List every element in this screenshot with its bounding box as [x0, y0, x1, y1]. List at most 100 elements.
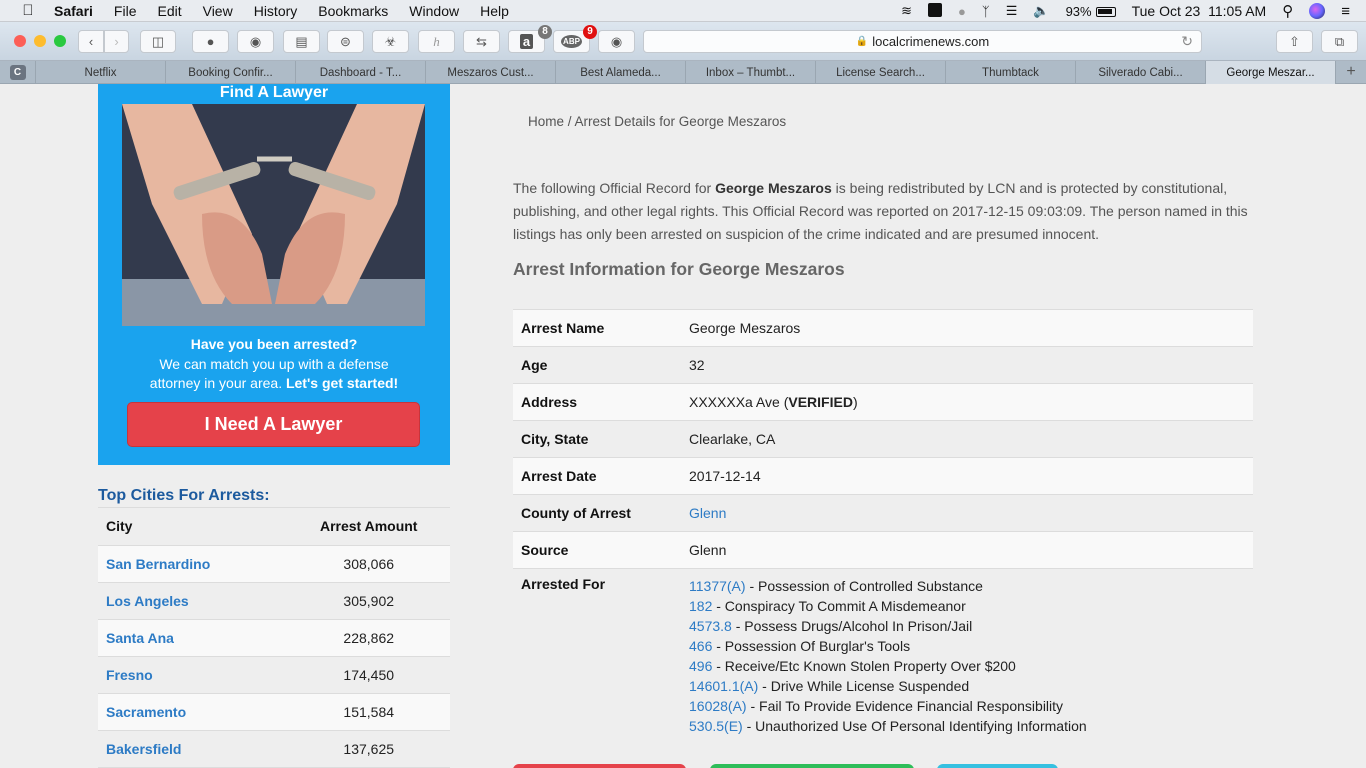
charge-description: - Possess Drugs/Alcohol In Prison/Jail — [731, 618, 973, 634]
extension-mask-button[interactable]: ◉ — [237, 30, 274, 53]
tab-license-search[interactable]: License Search... — [816, 61, 946, 84]
charge-item: 466 - Possession Of Burglar's Tools — [689, 636, 1253, 656]
breadcrumb-home[interactable]: Home — [528, 114, 564, 129]
extension-lightbulb-button[interactable]: ● — [192, 30, 229, 53]
charge-code-link[interactable]: 496 — [689, 658, 712, 674]
menu-view[interactable]: View — [203, 3, 233, 19]
tab-thumbtack[interactable]: Thumbtack — [946, 61, 1076, 84]
wifi-icon[interactable]: ☰ — [1006, 3, 1018, 19]
tab-dashboard[interactable]: Dashboard - T... — [296, 61, 426, 84]
tab-best-alameda[interactable]: Best Alameda... — [556, 61, 686, 84]
city-link[interactable]: Sacramento — [106, 704, 186, 720]
detail-value-arrest-name: George Meszaros — [689, 309, 1253, 347]
detail-label: Address — [513, 383, 689, 421]
extension-duckduckgo-button[interactable]: ◉ — [598, 30, 635, 53]
charge-description: - Conspiracy To Commit A Misdemeanor — [712, 598, 966, 614]
extension-arrows-button[interactable]: ⇆ — [463, 30, 500, 53]
city-link[interactable]: Bakersfield — [106, 741, 181, 757]
action-button-blue[interactable] — [937, 764, 1058, 768]
detail-row-county: County of Arrest Glenn — [513, 494, 1253, 532]
county-link[interactable]: Glenn — [689, 505, 726, 521]
ad-line1: We can match you up with a defense — [159, 355, 389, 372]
disclaimer-prefix: The following Official Record for — [513, 180, 716, 196]
city-link[interactable]: San Bernardino — [106, 556, 210, 572]
browser-toolbar: ‹ › ◫ ● ◉ ▤ ⊜ ☣ h ⇆ a8 ABP 9 ◉ 🔒 localcri… — [0, 22, 1366, 61]
top-cities-table: City Arrest Amount San Bernardino 308,066… — [98, 508, 450, 768]
spotlight-search-icon[interactable]: ⚲ — [1282, 2, 1293, 20]
new-tab-button[interactable]: + — [1336, 61, 1366, 83]
bluetooth-icon[interactable]: ᛉ — [982, 4, 990, 19]
lightbulb-icon: ● — [206, 34, 215, 49]
menu-history[interactable]: History — [254, 3, 298, 19]
extension-card-button[interactable]: ▤ — [283, 30, 320, 53]
charge-code-link[interactable]: 11377(A) — [689, 578, 746, 594]
tab-netflix[interactable]: Netflix — [36, 61, 166, 84]
apple-menu-icon[interactable]:  — [20, 2, 36, 19]
tab-silverado[interactable]: Silverado Cabi... — [1076, 61, 1206, 84]
clock[interactable]: Tue Oct 23 11:05 AM — [1132, 3, 1267, 19]
need-lawyer-button[interactable]: I Need A Lawyer — [127, 402, 420, 447]
charge-code-link[interactable]: 530.5(E) — [689, 718, 743, 734]
pinned-tab[interactable]: C — [0, 61, 36, 84]
card-icon: ▤ — [295, 33, 308, 49]
back-button[interactable]: ‹ — [78, 30, 104, 53]
cup-icon[interactable]: ● — [958, 4, 966, 19]
battery-icon[interactable] — [1095, 4, 1116, 19]
detail-row-arrested-for: Arrested For 11377(A) - Possession of Co… — [513, 568, 1253, 736]
battery-percent[interactable]: 93% — [1066, 4, 1092, 19]
minimize-window-button[interactable] — [34, 35, 46, 47]
tab-inbox-thumbtack[interactable]: Inbox – Thumbt... — [686, 61, 816, 84]
forward-button[interactable]: › — [104, 30, 129, 53]
menu-edit[interactable]: Edit — [157, 3, 181, 19]
detail-value-city-state: Clearlake, CA — [689, 420, 1253, 458]
charge-item: 14601.1(A) - Drive While License Suspend… — [689, 676, 1253, 696]
share-button[interactable]: ⇧ — [1276, 30, 1313, 53]
city-link[interactable]: Los Angeles — [106, 593, 189, 609]
detail-row-arrest-date: Arrest Date 2017-12-14 — [513, 457, 1253, 495]
airplay-icon[interactable]: ≋ — [901, 3, 912, 19]
sidebar-toggle-button[interactable]: ◫ — [140, 30, 176, 53]
menu-app-safari[interactable]: Safari — [54, 3, 93, 19]
show-all-tabs-button[interactable]: ⧉ — [1321, 30, 1358, 53]
charge-code-link[interactable]: 4573.8 — [689, 618, 732, 634]
action-button-green[interactable] — [710, 764, 914, 768]
handcuffed-hands-image — [122, 104, 425, 326]
charge-code-link[interactable]: 14601.1(A) — [689, 678, 758, 694]
menu-help[interactable]: Help — [480, 3, 509, 19]
extension-adblock-button[interactable]: ABP 9 — [553, 25, 597, 53]
verified-badge: VERIFIED — [788, 394, 853, 410]
charge-code-link[interactable]: 16028(A) — [689, 698, 747, 714]
notification-center-icon[interactable]: ≡ — [1341, 3, 1350, 20]
tab-george-meszaros[interactable]: George Meszar... — [1206, 61, 1336, 84]
tab-meszaros-cust[interactable]: Meszaros Cust... — [426, 61, 556, 84]
address-close: ) — [852, 394, 858, 410]
charge-code-link[interactable]: 182 — [689, 598, 712, 614]
close-window-button[interactable] — [14, 35, 26, 47]
city-link[interactable]: Santa Ana — [106, 630, 174, 646]
siri-icon[interactable] — [1309, 3, 1326, 20]
reload-icon[interactable]: ↻ — [1181, 33, 1193, 50]
charge-description: - Fail To Provide Evidence Financial Res… — [746, 698, 1064, 714]
detail-row-city-state: City, State Clearlake, CA — [513, 420, 1253, 458]
zoom-window-button[interactable] — [54, 35, 66, 47]
menu-bookmarks[interactable]: Bookmarks — [318, 3, 388, 19]
charge-item: 530.5(E) - Unauthorized Use Of Personal … — [689, 716, 1253, 736]
city-link[interactable]: Fresno — [106, 667, 153, 683]
menu-window[interactable]: Window — [409, 3, 459, 19]
arrest-amount: 137,625 — [279, 730, 450, 768]
charge-code-link[interactable]: 466 — [689, 638, 712, 654]
table-row: Fresno 174,450 — [98, 656, 450, 694]
extension-circle-button[interactable]: ⊜ — [327, 30, 364, 53]
app-status-icon[interactable] — [928, 2, 943, 20]
detail-value-county: Glenn — [689, 494, 1253, 532]
tab-booking[interactable]: Booking Confir... — [166, 61, 296, 84]
ad-description: Have you been arrested? We can match you… — [98, 335, 450, 394]
extension-evernote-button[interactable]: ☣ — [372, 30, 409, 53]
charge-item: 11377(A) - Possession of Controlled Subs… — [689, 576, 1253, 596]
extension-amazon-button[interactable]: a8 — [508, 25, 552, 53]
extension-honey-button[interactable]: h — [418, 30, 455, 53]
menu-file[interactable]: File — [114, 3, 137, 19]
volume-icon[interactable]: 🔈 — [1033, 3, 1049, 19]
action-button-red[interactable] — [513, 764, 686, 768]
address-bar[interactable]: 🔒 localcrimenews.com ↻ — [643, 30, 1202, 53]
